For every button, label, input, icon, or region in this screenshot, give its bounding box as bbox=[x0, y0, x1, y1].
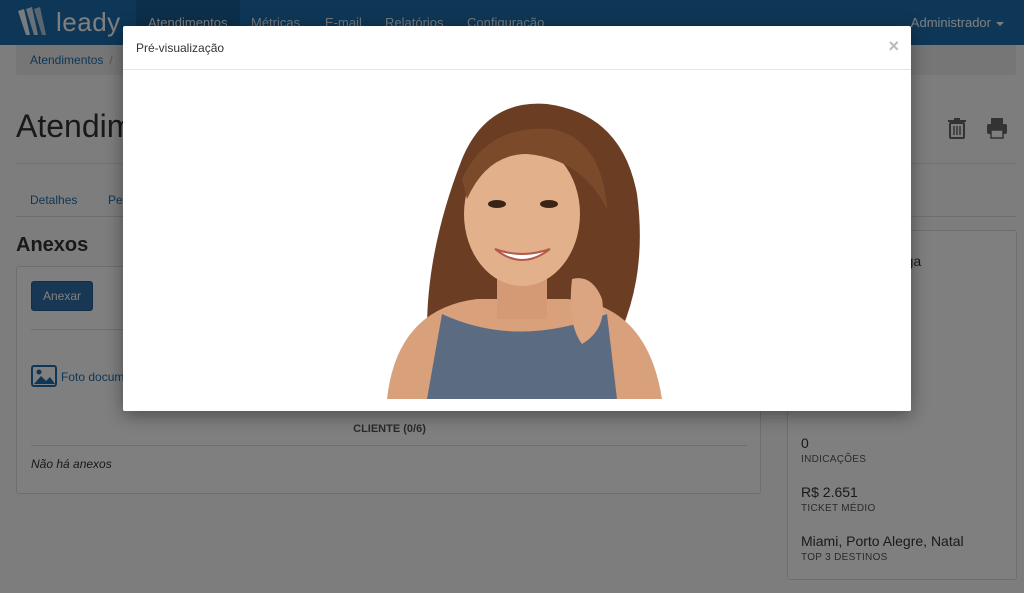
preview-modal: Pré-visualização × bbox=[123, 26, 911, 411]
close-icon[interactable]: × bbox=[888, 36, 899, 57]
modal-body bbox=[123, 71, 911, 411]
preview-image bbox=[387, 103, 662, 399]
modal-title: Pré-visualização bbox=[136, 41, 225, 55]
modal-header: Pré-visualização × bbox=[123, 26, 911, 70]
